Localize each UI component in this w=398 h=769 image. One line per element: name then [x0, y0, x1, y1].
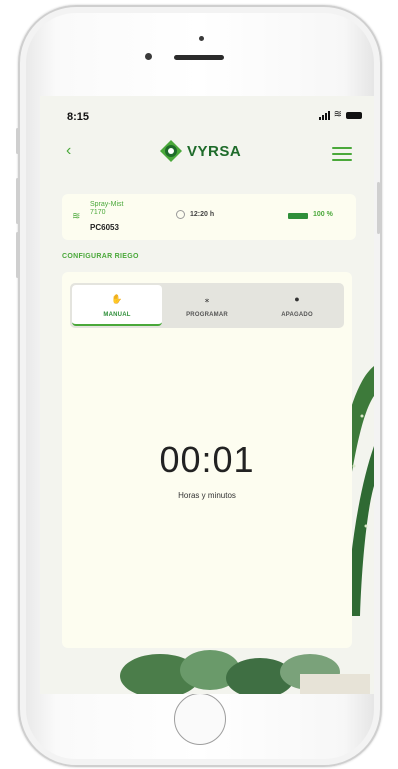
hamburger-menu-icon[interactable] — [332, 147, 352, 165]
status-icons: ≋ — [318, 109, 362, 120]
timer-caption: Horas y minutos — [178, 491, 236, 500]
tab-manual-label: MANUAL — [103, 312, 131, 318]
volume-up-button — [16, 178, 19, 224]
volume-down-button — [16, 232, 19, 278]
hand-icon: ✋ — [111, 294, 123, 304]
device-time: 12:20 h — [190, 211, 215, 218]
device-model-line2: 7170 — [90, 209, 106, 216]
brand-logo: VYRSA — [160, 140, 241, 162]
device-card[interactable]: ≋ Spray-Mist 7170 PC6053 12:20 h 100 % — [62, 194, 356, 240]
proximity-sensor — [199, 36, 204, 41]
irrigation-card: ✋ MANUAL ⁎ PROGRAMAR ● APAGADO 00:01 Hor… — [62, 272, 352, 648]
vyrsa-logo-icon — [160, 140, 182, 162]
device-model: Spray-Mist 7170 — [90, 201, 160, 217]
clock-icon — [176, 210, 185, 219]
tab-apagado-label: APAGADO — [281, 312, 313, 318]
antenna-icon: ⁎ — [204, 294, 210, 304]
home-button[interactable] — [174, 693, 226, 745]
earpiece-speaker — [174, 55, 224, 60]
device-model-line1: Spray-Mist — [90, 201, 124, 208]
brand-name: VYRSA — [187, 142, 242, 160]
tab-manual[interactable]: ✋ MANUAL — [72, 285, 162, 326]
device-battery-icon — [288, 213, 308, 219]
wifi-icon: ≋ — [333, 109, 342, 120]
battery-icon — [346, 111, 362, 119]
back-chevron-icon[interactable]: ‹ — [66, 142, 71, 160]
power-side-button — [377, 182, 380, 234]
wifi-connected-icon: ≋ — [72, 211, 81, 222]
app-screen: 8:15 ≋ ‹ VYRSA ≋ Spray-Mist 7170 PC6053 … — [40, 96, 374, 694]
cellular-signal-icon — [318, 110, 330, 120]
front-camera — [145, 53, 152, 60]
mute-switch — [16, 128, 19, 154]
tab-apagado[interactable]: ● APAGADO — [252, 285, 342, 326]
device-battery-percent: 100 % — [313, 211, 333, 218]
tab-programar[interactable]: ⁎ PROGRAMAR — [162, 285, 252, 326]
status-time: 8:15 — [67, 111, 90, 123]
timer-display[interactable]: 00:01 — [62, 439, 352, 481]
device-id: PC6053 — [90, 223, 119, 232]
section-title: CONFIGURAR RIEGO — [62, 253, 139, 260]
mode-tabs: ✋ MANUAL ⁎ PROGRAMAR ● APAGADO — [70, 283, 344, 328]
tab-programar-label: PROGRAMAR — [186, 312, 228, 318]
power-icon: ● — [294, 294, 300, 304]
